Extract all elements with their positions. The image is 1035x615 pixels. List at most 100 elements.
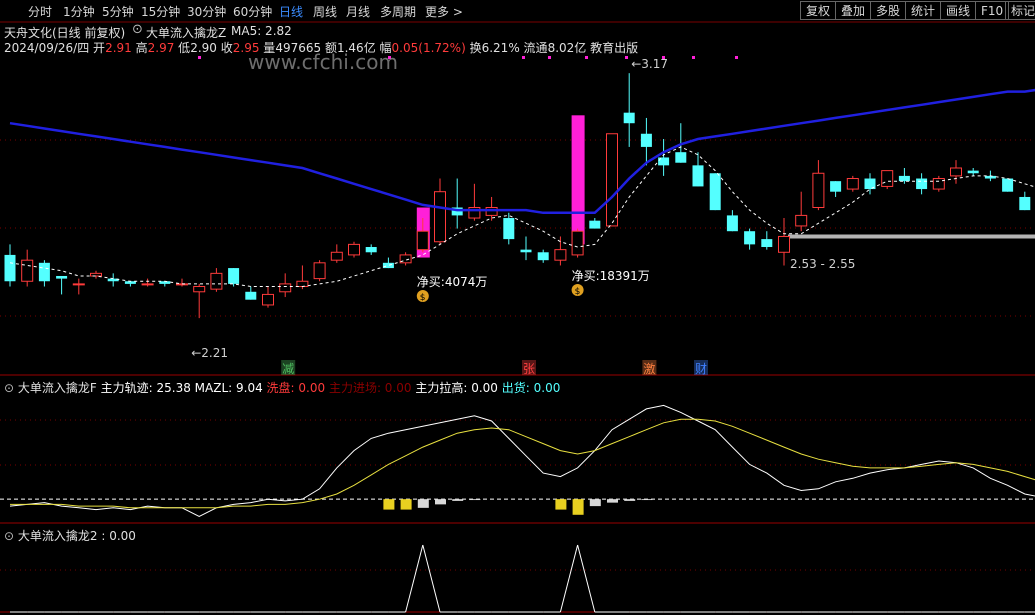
sub2-signal-line — [559, 544, 579, 613]
candle-up — [606, 133, 618, 227]
signal-dot — [625, 56, 628, 59]
high-value: 2.97 — [147, 41, 175, 55]
candle-down — [537, 252, 549, 261]
low-price-marker: ←2.21 — [191, 346, 228, 360]
sub1-histogram-bar — [624, 499, 636, 501]
candle-down — [761, 239, 773, 248]
sub1-histogram-bar — [400, 499, 412, 510]
sub1-histogram-bar — [469, 499, 481, 501]
candle-down — [4, 254, 16, 282]
candle-up — [210, 272, 223, 290]
candle-down — [692, 165, 704, 187]
candle-up — [554, 249, 567, 261]
candle-up — [72, 283, 85, 286]
signal-dot — [198, 56, 201, 59]
event-tag: 财 — [695, 362, 707, 376]
net-buy-label-2: 净买:18391万 — [572, 269, 650, 283]
candle-up — [485, 207, 498, 216]
sub2-signal-line — [577, 544, 596, 613]
candle-up — [90, 272, 102, 277]
sub1-item-pull: 主力拉高: 0.00 — [415, 381, 498, 395]
chevron-down-icon[interactable]: ⊙ — [132, 22, 143, 37]
event-tag: 张 — [523, 362, 535, 376]
open-value: 2.91 — [105, 41, 132, 55]
candle-up — [348, 243, 360, 256]
candle-up — [330, 251, 343, 261]
high-price-marker: ←3.17 — [631, 57, 668, 71]
candle-up — [21, 259, 34, 282]
signal-dot — [692, 56, 695, 59]
candle-down — [382, 262, 394, 269]
candle-down — [658, 157, 670, 166]
sub1-title[interactable]: 大单流入擒龙F — [18, 381, 97, 395]
candle-down — [709, 173, 721, 211]
candle-down — [1019, 196, 1031, 211]
candle-up — [141, 283, 154, 286]
change-value: 0.05(1.72%) — [391, 41, 466, 55]
sub2-title[interactable]: 大单流入擒龙2 : 0.00 — [18, 529, 136, 543]
signal-dot — [548, 56, 551, 59]
sub1-histogram-bar — [607, 499, 618, 503]
change-label: 幅 — [379, 41, 392, 55]
open-label: 开 — [93, 41, 106, 55]
low-value: 2.90 — [190, 41, 217, 55]
sub1-histogram-bar — [417, 499, 429, 508]
candle-up — [950, 167, 962, 177]
turnover-value: 6.21% — [481, 41, 520, 55]
ma5-line — [9, 146, 1035, 287]
quote-line: 2024/09/26/四 开2.91 高2.97 低2.90 收2.95 量49… — [4, 39, 638, 56]
event-tag: 减 — [282, 362, 294, 376]
candle-up — [812, 172, 825, 208]
candle-down — [589, 220, 601, 229]
candle-down — [1002, 178, 1014, 192]
high-label: 高 — [135, 41, 148, 55]
kline-chart: ←2.21 ←3.17 2.53 - 2.55 净买:4074万 净买:18391万 $ $… — [0, 21, 1035, 613]
sub1-histogram-bar — [383, 499, 395, 510]
quote-date: 2024/09/26/四 — [4, 41, 90, 55]
sub1-histogram-bar — [435, 499, 446, 505]
sub1-item-track: 主力轨迹: 25.38 — [100, 381, 191, 395]
low-label: 低 — [178, 41, 191, 55]
candle-down — [726, 215, 738, 232]
money-bag-glyph: $ — [575, 287, 581, 297]
candle-down — [228, 268, 240, 284]
signal-bar — [571, 115, 585, 245]
candle-down — [520, 249, 532, 253]
candle-up — [193, 286, 206, 293]
sub2-header: ⊙ 大单流入擒龙2 : 0.00 — [4, 527, 136, 544]
range-label: 2.53 - 2.55 — [790, 257, 855, 271]
sub1-histogram-bar — [572, 499, 584, 515]
sub1-item-mazl: MAZL: 9.04 — [194, 381, 263, 395]
sub1-item-ship: 出货: 0.00 — [501, 381, 561, 395]
candle-up — [262, 293, 274, 306]
candle-down — [56, 275, 68, 279]
candle-up — [571, 230, 584, 256]
signal-dot — [735, 56, 738, 59]
candle-down — [38, 262, 50, 282]
sub1-settings-icon[interactable]: ⊙ — [4, 381, 14, 395]
float-value: 8.02亿 — [547, 41, 587, 55]
candle-up — [795, 214, 808, 227]
candle-up — [881, 170, 894, 187]
close-label: 收 — [220, 41, 233, 55]
candle-up — [434, 191, 446, 243]
sub1-histogram-bar — [555, 499, 567, 510]
candle-down — [898, 175, 910, 182]
candle-down — [744, 231, 756, 245]
concept-tag[interactable]: 教育出版 — [590, 41, 638, 55]
signal-dot — [522, 56, 525, 59]
sub1-header: ⊙ 大单流入擒龙F 主力轨迹: 25.38 MAZL: 9.04 洗盘: 0.0… — [4, 379, 560, 396]
sub1-item-enter: 主力进场: 0.00 — [328, 381, 412, 395]
sub2-signal-line — [422, 544, 441, 613]
vol-label: 量 — [263, 41, 276, 55]
candle-down — [916, 178, 928, 190]
candle-down — [967, 170, 979, 174]
money-bag-glyph: $ — [420, 293, 426, 303]
sub1-track-line — [9, 404, 1035, 518]
candle-down — [675, 152, 687, 163]
candle-up — [416, 230, 429, 251]
candle-up — [279, 283, 292, 293]
candle-down — [623, 112, 635, 124]
sub1-histogram-bar — [641, 499, 653, 501]
sub2-settings-icon[interactable]: ⊙ — [4, 529, 14, 543]
